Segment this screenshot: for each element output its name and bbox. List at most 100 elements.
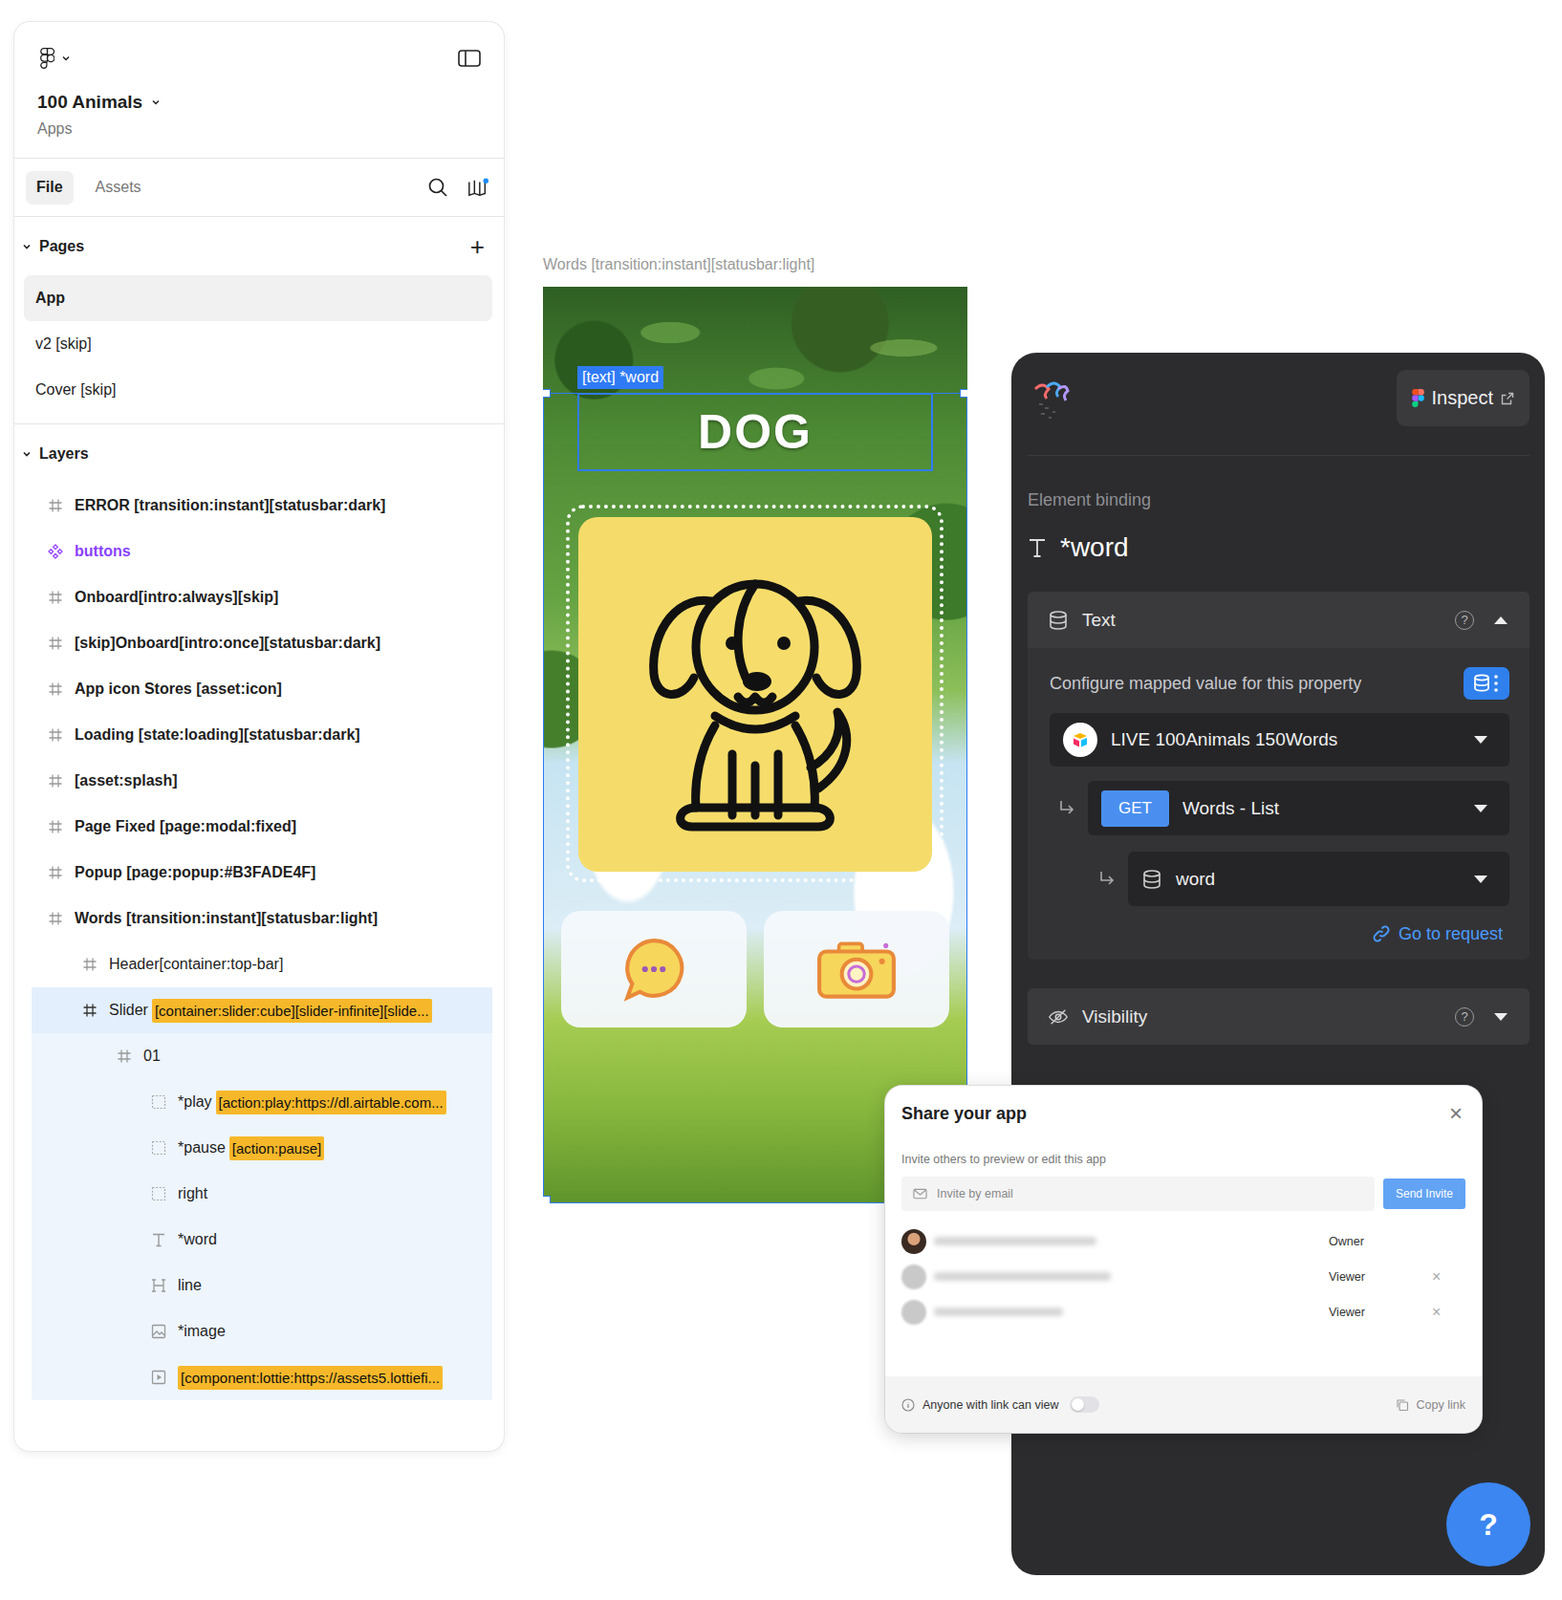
link-access-toggle[interactable] [1069,1396,1100,1413]
avatar [901,1264,927,1290]
text-section-header[interactable]: Text ? [1027,591,1530,649]
hotspot-icon [151,1140,167,1156]
layer-row[interactable]: line [31,1262,493,1309]
figma-layers-panel: 100 Animals Apps FileAssets Pages + Appv… [14,21,504,1452]
layer-row[interactable]: [skip]Onboard[intro:once][statusbar:dark… [31,620,493,667]
database-icon [1141,868,1163,890]
help-button[interactable]: ? [1446,1482,1531,1567]
text-icon [151,1232,167,1248]
pages-header[interactable]: Pages + [14,223,504,270]
page-item[interactable]: v2 [skip] [23,321,493,368]
sidebar-toggle-icon[interactable] [457,48,481,68]
resize-handle[interactable] [542,1195,551,1204]
layer-row[interactable]: 01 [31,1033,493,1080]
layer-row[interactable]: ERROR [transition:instant][statusbar:dar… [31,482,493,529]
remove-member-button[interactable]: × [1431,1303,1441,1322]
figma-workspace: 100 Animals Apps FileAssets Pages + Appv… [0,0,1562,1600]
layer-tag: [container:slider:cube][slider-infinite]… [151,998,433,1023]
selection-outline [542,392,968,1204]
layer-row[interactable]: *image [31,1308,493,1355]
member-list: Owner Viewer × Viewer × [885,1223,1482,1330]
hidden-email [933,1236,1097,1246]
nested-arrow-icon [1097,869,1117,890]
page-item[interactable]: Cover [skip] [23,367,493,413]
layer-row[interactable]: *word [31,1216,493,1263]
visibility-section-header[interactable]: Visibility ? [1027,988,1530,1045]
layers-header[interactable]: Layers [14,431,504,478]
layer-row[interactable]: *play [action:play:https://dl.airtable.c… [31,1079,493,1126]
layers-section: Layers ERROR [transition:instant][status… [14,424,504,1401]
frame-icon [82,956,98,973]
remove-member-button[interactable]: × [1431,1268,1441,1286]
figma-logo-icon [1411,389,1425,408]
send-invite-button[interactable]: Send Invite [1383,1178,1466,1210]
search-icon[interactable] [427,176,449,198]
project-title[interactable]: 100 Animals [37,90,481,114]
resize-handle[interactable] [542,389,551,398]
image-slot[interactable] [565,504,944,883]
collapse-icon[interactable] [1493,615,1509,626]
panel-tab[interactable]: File [25,171,74,205]
layer-row[interactable]: Slider [container:slider:cube][slider-in… [31,987,493,1034]
frame-icon [47,681,64,697]
page-item[interactable]: App [23,275,493,322]
action-buttons [561,911,950,1028]
add-page-button[interactable]: + [470,234,485,260]
panel-tab[interactable]: Assets [85,171,152,205]
field-dropdown[interactable]: word [1128,851,1510,907]
panel-tabs: File Assets [14,158,504,217]
source-dropdown[interactable]: LIVE 100Animals 150Words [1049,713,1510,767]
frame-icon [47,727,64,743]
dropdown-caret-icon [1473,803,1489,814]
frame-label[interactable]: Words [transition:instant][statusbar:lig… [542,256,815,274]
email-input[interactable] [901,1176,1375,1212]
layer-row[interactable]: [component:lottie:https://assets5.lottie… [31,1354,493,1401]
avatar [901,1229,927,1255]
help-icon[interactable]: ? [1454,610,1475,630]
play-button[interactable] [561,911,747,1028]
close-button[interactable]: × [1449,1102,1463,1126]
member-role[interactable]: Viewer [1328,1270,1432,1284]
database-menu-icon [1472,672,1501,695]
frame-icon [47,773,64,789]
layer-row[interactable]: Page Fixed [page:modal:fixed] [31,803,493,850]
resize-handle[interactable] [959,389,968,398]
layer-row[interactable]: Onboard[intro:always][skip] [31,574,493,621]
layer-row[interactable]: buttons [31,528,493,575]
chevron-down-icon [151,97,161,108]
database-icon [1047,609,1069,631]
layer-row[interactable]: *pause [action:pause] [31,1125,493,1172]
layer-row[interactable]: right [31,1171,493,1217]
frame-icon [47,498,64,514]
layer-row[interactable]: [asset:splash] [31,758,493,804]
library-icon[interactable] [467,176,489,198]
image-icon [151,1323,167,1340]
frame-icon [116,1048,132,1064]
member-role[interactable]: Viewer [1328,1305,1432,1320]
camera-button[interactable] [763,911,950,1028]
help-icon[interactable]: ? [1454,1007,1475,1027]
member-role[interactable]: Owner [1328,1235,1432,1249]
copy-link-button[interactable]: Copy link [1395,1398,1466,1412]
frame-icon [47,911,64,927]
layer-row[interactable]: Words [transition:instant][statusbar:lig… [31,895,493,942]
member-row: Viewer × [901,1258,1466,1295]
word-text-layer[interactable]: DOG [577,392,933,472]
plugin-logo-icon [1027,375,1076,424]
go-to-request-link[interactable]: Go to request [1371,922,1503,946]
email-text-field[interactable] [934,1186,1364,1202]
layer-row[interactable]: App icon Stores [asset:icon] [31,666,493,713]
mapping-button[interactable] [1463,667,1510,700]
section-title: Element binding [1027,489,1530,511]
inspect-button[interactable]: Inspect [1396,369,1530,427]
layer-row[interactable]: Loading [state:loading][statusbar:dark] [31,712,493,759]
request-dropdown[interactable]: GET Words - List [1087,781,1510,836]
layer-row[interactable]: Header[container:top-bar] [31,941,493,988]
hidden-email [933,1272,1111,1281]
caret-icon [21,241,32,252]
layer-row[interactable]: Popup [page:popup:#B3FADE4F] [31,849,493,896]
app-frame[interactable]: DOG [text] *word [542,286,968,1204]
expand-icon[interactable] [1493,1012,1509,1022]
member-row: Owner [901,1223,1466,1259]
figma-menu-button[interactable] [37,47,71,69]
